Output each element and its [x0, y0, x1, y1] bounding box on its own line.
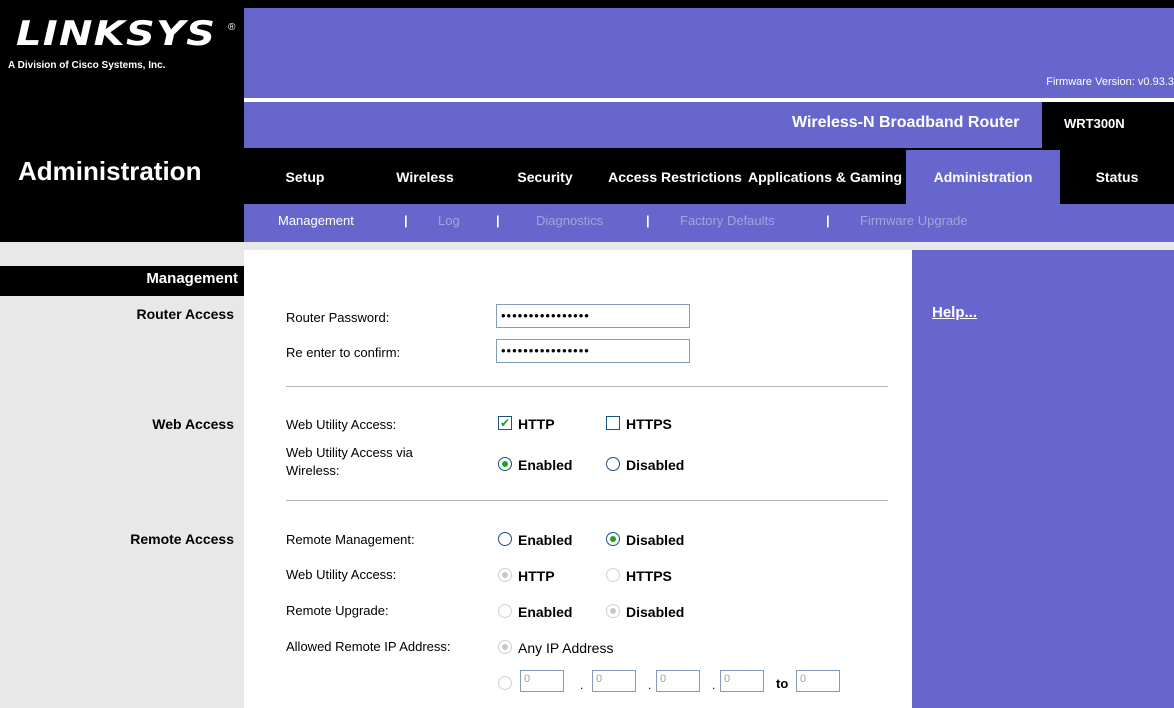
remote-mgmt-enabled-label: Enabled [518, 532, 573, 548]
allowed-ip-label: Allowed Remote IP Address: [286, 639, 451, 654]
top-border [0, 0, 1174, 8]
ip-from-octet-4[interactable]: 0 [720, 670, 764, 692]
ip-dot: . [580, 678, 584, 692]
https-label: HTTPS [626, 416, 672, 432]
ip-to-label: to [776, 676, 789, 691]
remote-upgrade-label: Remote Upgrade: [286, 603, 389, 618]
subnav-management[interactable]: Management [278, 213, 354, 228]
registered-mark: ® [228, 22, 236, 33]
ip-from-octet-3[interactable]: 0 [656, 670, 700, 692]
subnav-factory-defaults[interactable]: Factory Defaults [680, 213, 775, 228]
remote-mgmt-enabled-radio[interactable] [498, 532, 512, 546]
sidebar-web-access: Web Access [152, 416, 234, 432]
router-password-label: Router Password: [286, 310, 390, 325]
remote-management-label: Remote Management: [286, 532, 415, 547]
upgrade-enabled-radio[interactable] [498, 604, 512, 618]
ip-from-octet-1[interactable]: 0 [520, 670, 564, 692]
linksys-logo: LINKSYS [16, 14, 217, 54]
subnav-separator: | [404, 213, 408, 228]
subnav-diagnostics[interactable]: Diagnostics [536, 213, 603, 228]
subnav-log[interactable]: Log [438, 213, 460, 228]
confirm-password-label: Re enter to confirm: [286, 345, 401, 360]
divider [286, 386, 888, 387]
ip-dot: . [648, 678, 652, 692]
remote-mgmt-disabled-radio[interactable] [606, 532, 620, 546]
tab-applications-gaming[interactable]: Applications & Gaming [744, 150, 906, 204]
remote-mgmt-disabled-label: Disabled [626, 532, 685, 548]
help-link[interactable]: Help... [932, 304, 977, 321]
upgrade-enabled-label: Enabled [518, 604, 573, 620]
subnav-separator: | [826, 213, 830, 228]
ip-range-radio[interactable] [498, 676, 512, 690]
tab-access-restrictions[interactable]: Access Restrictions [606, 150, 744, 204]
remote-https-radio[interactable] [606, 568, 620, 582]
remote-http-label: HTTP [518, 568, 555, 584]
tab-security[interactable]: Security [484, 150, 606, 204]
ip-from-octet-2[interactable]: 0 [592, 670, 636, 692]
tab-status[interactable]: Status [1060, 150, 1174, 204]
body-strip [0, 242, 1174, 250]
web-access-wireless-label-line1: Web Utility Access via [286, 445, 413, 460]
model-name: WRT300N [1064, 116, 1125, 131]
any-ip-radio[interactable] [498, 640, 512, 654]
wireless-disabled-label: Disabled [626, 457, 685, 473]
firmware-version: Firmware Version: v0.93.3 [1046, 76, 1174, 88]
remote-http-radio[interactable] [498, 568, 512, 582]
help-panel-edge [908, 250, 912, 708]
upgrade-disabled-label: Disabled [626, 604, 685, 620]
tab-setup[interactable]: Setup [244, 150, 366, 204]
title-area [0, 138, 244, 242]
subnav-separator: | [646, 213, 650, 228]
remote-https-label: HTTPS [626, 568, 672, 584]
subnav-separator: | [496, 213, 500, 228]
tab-administration[interactable]: Administration [906, 150, 1060, 204]
http-label: HTTP [518, 416, 555, 432]
ip-dot: . [712, 678, 716, 692]
wireless-enabled-radio[interactable] [498, 457, 512, 471]
web-access-wireless-label-line2: Wireless: [286, 463, 340, 478]
web-utility-access-label: Web Utility Access: [286, 417, 397, 432]
sidebar-remote-access: Remote Access [130, 531, 234, 547]
any-ip-label: Any IP Address [518, 640, 614, 656]
upgrade-disabled-radio[interactable] [606, 604, 620, 618]
header-separator-left [0, 98, 244, 138]
router-password-field[interactable]: •••••••••••••••• [496, 304, 690, 328]
tab-wireless[interactable]: Wireless [366, 150, 484, 204]
ip-to-octet[interactable]: 0 [796, 670, 840, 692]
page-title: Administration [18, 156, 202, 186]
http-checkbox[interactable]: ✔ [498, 416, 512, 430]
divider [286, 500, 888, 501]
product-row [244, 102, 1174, 148]
remote-web-utility-label: Web Utility Access: [286, 567, 397, 582]
product-name: Wireless-N Broadband Router [792, 114, 1020, 131]
confirm-password-field[interactable]: •••••••••••••••• [496, 339, 690, 363]
subnav-firmware-upgrade[interactable]: Firmware Upgrade [860, 213, 968, 228]
wireless-disabled-radio[interactable] [606, 457, 620, 471]
router-admin-page: LINKSYS ® A Division of Cisco Systems, I… [0, 0, 1174, 708]
check-icon: ✔ [499, 416, 511, 430]
wireless-enabled-label: Enabled [518, 457, 573, 473]
sidebar-section-title: Management [146, 270, 238, 287]
sidebar-router-access: Router Access [136, 306, 234, 322]
logo-subtitle: A Division of Cisco Systems, Inc. [8, 60, 166, 71]
header-band [244, 8, 1174, 98]
https-checkbox[interactable] [606, 416, 620, 430]
